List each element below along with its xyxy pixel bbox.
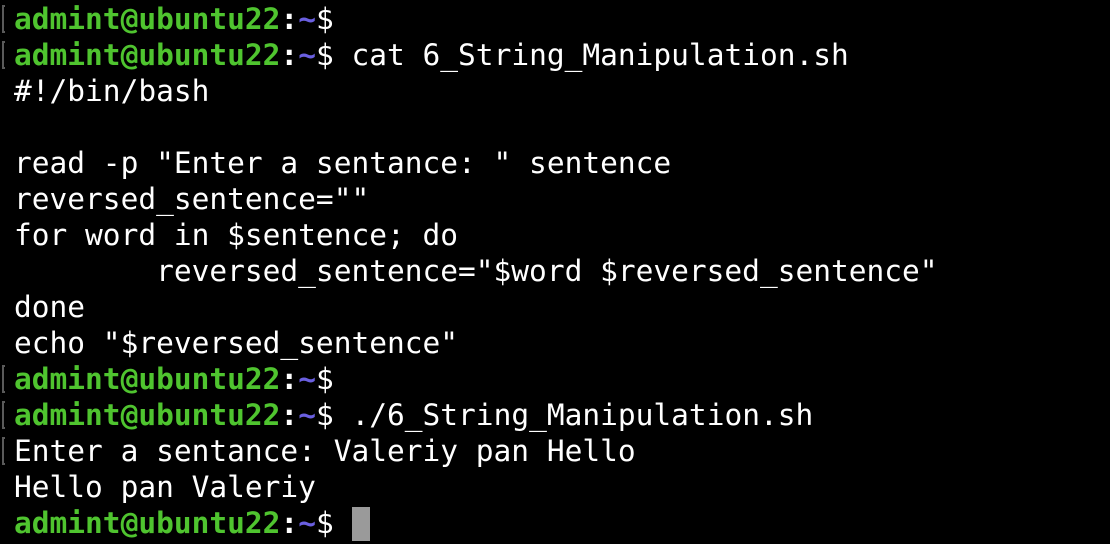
- output-line: Enter a sentance: Valeriy pan Hello: [2, 433, 1110, 469]
- line-mark: [2, 41, 5, 69]
- prompt-user-host: admint@ubuntu22: [14, 38, 281, 72]
- prompt-user-host: admint@ubuntu22: [14, 398, 281, 432]
- prompt-user-host: admint@ubuntu22: [14, 506, 281, 540]
- prompt-line-active[interactable]: admint@ubuntu22:~$: [14, 505, 1110, 541]
- prompt-path: ~: [298, 398, 316, 432]
- prompt-colon: :: [280, 362, 299, 396]
- prompt-colon: :: [280, 398, 299, 432]
- terminal-window[interactable]: admint@ubuntu22:~$ admint@ubuntu22:~$ ca…: [0, 0, 1110, 544]
- line-mark: [2, 401, 5, 429]
- prompt-colon: :: [280, 506, 299, 540]
- output-line: reversed_sentence="$word $reversed_sente…: [14, 254, 938, 288]
- prompt-line: admint@ubuntu22:~$ ./6_String_Manipulati…: [2, 397, 1110, 433]
- line-mark: [2, 5, 5, 33]
- command-text: cat 6_String_Manipulation.sh: [351, 38, 849, 72]
- line-mark: [2, 437, 5, 465]
- output-line: done: [14, 290, 86, 324]
- prompt-user-host: admint@ubuntu22: [14, 362, 281, 396]
- prompt-symbol: $: [315, 506, 334, 540]
- output-line: for word in $sentence; do: [14, 218, 459, 252]
- prompt-colon: :: [280, 38, 299, 72]
- prompt-path: ~: [298, 362, 316, 396]
- prompt-symbol: $: [315, 362, 334, 396]
- command-text: ./6_String_Manipulation.sh: [351, 398, 814, 432]
- prompt-user-host: admint@ubuntu22: [14, 2, 281, 36]
- prompt-line: admint@ubuntu22:~$ cat 6_String_Manipula…: [2, 37, 1110, 73]
- prompt-path: ~: [298, 2, 316, 36]
- output-line: Hello pan Valeriy: [14, 470, 316, 504]
- prompt-colon: :: [280, 2, 299, 36]
- prompt-line: admint@ubuntu22:~$: [2, 1, 1110, 37]
- line-mark: [2, 365, 5, 393]
- output-line: echo "$reversed_sentence": [14, 326, 459, 360]
- output-line: reversed_sentence="": [14, 182, 370, 216]
- output-line: read -p "Enter a sentance: " sentence: [14, 146, 672, 180]
- prompt-symbol: $: [315, 2, 334, 36]
- prompt-symbol: $: [315, 398, 334, 432]
- prompt-line: admint@ubuntu22:~$: [2, 361, 1110, 397]
- prompt-symbol: $: [315, 38, 334, 72]
- output-line: #!/bin/bash: [14, 74, 210, 108]
- prompt-path: ~: [298, 506, 316, 540]
- prompt-path: ~: [298, 38, 316, 72]
- text-cursor[interactable]: [351, 507, 370, 541]
- output-text: Enter a sentance: Valeriy pan Hello: [14, 434, 636, 468]
